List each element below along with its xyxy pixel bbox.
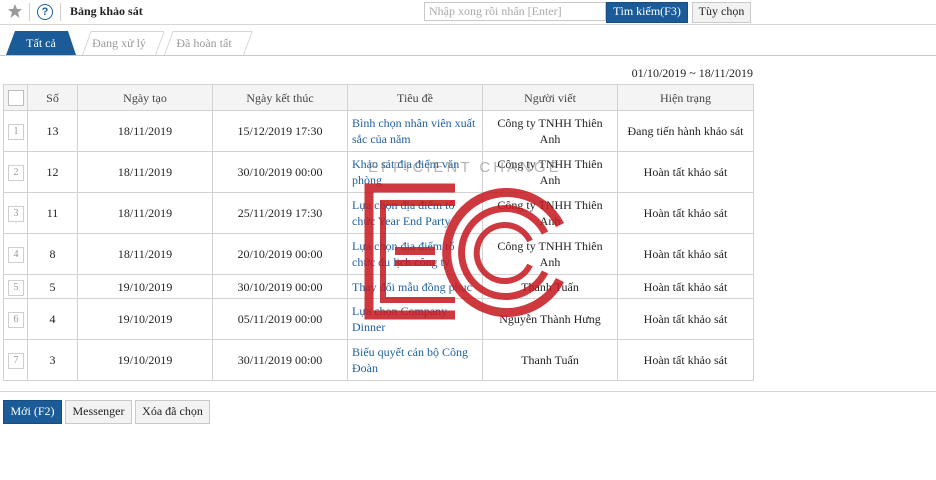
cell-created: 18/11/2019: [77, 151, 213, 193]
row-select[interactable]: 4: [3, 233, 28, 275]
date-range: 01/10/2019 ~ 18/11/2019: [631, 66, 753, 80]
tab-bar: Tất cả Đang xử lý Đã hoàn tất: [0, 31, 936, 56]
cell-status: Đang tiến hành khảo sát: [617, 110, 754, 152]
separator: [29, 3, 30, 21]
cell-author: Thanh Tuấn: [482, 274, 618, 299]
separator: [60, 3, 61, 21]
column-header[interactable]: Hiện trạng: [617, 84, 754, 111]
row-checkbox[interactable]: 6: [8, 312, 24, 328]
cell-number: 13: [27, 110, 78, 152]
cell-end: 15/12/2019 17:30: [212, 110, 348, 152]
table-row[interactable]: 7 3 19/10/2019 30/11/2019 00:00 Biểu quy…: [3, 339, 754, 381]
row-checkbox[interactable]: 7: [8, 353, 24, 369]
table-row[interactable]: 6 4 19/10/2019 05/11/2019 00:00 Lựa chọn…: [3, 298, 754, 340]
select-all-checkbox[interactable]: [8, 90, 24, 107]
cell-end: 30/10/2019 00:00: [212, 274, 348, 299]
survey-table: Số Ngày tạo Ngày kết thúc Tiêu đề Người …: [3, 84, 754, 381]
row-checkbox[interactable]: 4: [8, 247, 24, 263]
cell-created: 18/11/2019: [77, 110, 213, 152]
cell-end: 05/11/2019 00:00: [212, 298, 348, 340]
column-header[interactable]: Người viết: [482, 84, 618, 111]
cell-created: 19/10/2019: [77, 298, 213, 340]
cell-number: 11: [27, 192, 78, 234]
tab-all[interactable]: Tất cả: [6, 31, 76, 55]
table-row[interactable]: 1 13 18/11/2019 15/12/2019 17:30 Bình ch…: [3, 110, 754, 152]
column-header[interactable]: Số: [27, 84, 78, 111]
options-button[interactable]: Tùy chọn: [692, 2, 751, 23]
row-select[interactable]: 6: [3, 298, 28, 340]
cell-title-link[interactable]: Lựa chọn Company Dinner: [347, 298, 483, 340]
table-row[interactable]: 3 11 18/11/2019 25/11/2019 17:30 Lựa chọ…: [3, 192, 754, 234]
table-row[interactable]: 4 8 18/11/2019 20/10/2019 00:00 Lựa chọn…: [3, 233, 754, 275]
cell-title-link[interactable]: Lựa chọn địa điểm tổ chức du lịch công t…: [347, 233, 483, 275]
row-select[interactable]: 3: [3, 192, 28, 234]
column-header[interactable]: Ngày kết thúc: [212, 84, 348, 111]
table-header-row: Số Ngày tạo Ngày kết thúc Tiêu đề Người …: [3, 84, 754, 111]
row-select[interactable]: 2: [3, 151, 28, 193]
row-select[interactable]: 1: [3, 110, 28, 152]
cell-number: 3: [27, 339, 78, 381]
cell-number: 12: [27, 151, 78, 193]
cell-status: Hoàn tất khảo sát: [617, 151, 754, 193]
footer-divider: [0, 391, 936, 392]
cell-end: 25/11/2019 17:30: [212, 192, 348, 234]
cell-number: 4: [27, 298, 78, 340]
cell-created: 18/11/2019: [77, 233, 213, 275]
row-checkbox[interactable]: 3: [8, 206, 24, 222]
column-header[interactable]: Tiêu đề: [347, 84, 483, 111]
cell-end: 30/10/2019 00:00: [212, 151, 348, 193]
cell-author: Công ty TNHH Thiên Anh: [482, 233, 618, 275]
search-button[interactable]: Tìm kiếm(F3): [606, 2, 688, 23]
tab-label: Đã hoàn tất: [176, 36, 232, 50]
row-checkbox[interactable]: 5: [8, 279, 24, 296]
cell-status: Hoàn tất khảo sát: [617, 233, 754, 275]
new-button[interactable]: Mới (F2): [3, 400, 62, 424]
cell-status: Hoàn tất khảo sát: [617, 274, 754, 299]
cell-title-link[interactable]: Biểu quyết cán bộ Công Đoàn: [347, 339, 483, 381]
cell-title-link[interactable]: Thay đổi mẫu đồng phục: [347, 274, 483, 299]
cell-end: 30/11/2019 00:00: [212, 339, 348, 381]
cell-title-link[interactable]: Lựa chọn địa điểm tổ chức Year End Party: [347, 192, 483, 234]
cell-end: 20/10/2019 00:00: [212, 233, 348, 275]
select-all-cell[interactable]: [3, 84, 28, 111]
cell-created: 18/11/2019: [77, 192, 213, 234]
cell-author: Nguyễn Thành Hưng: [482, 298, 618, 340]
tab-label: Đang xử lý: [92, 36, 146, 50]
row-checkbox[interactable]: 1: [8, 124, 24, 140]
tab-processing[interactable]: Đang xử lý: [82, 31, 156, 55]
cell-status: Hoàn tất khảo sát: [617, 192, 754, 234]
row-select[interactable]: 5: [3, 274, 28, 299]
cell-created: 19/10/2019: [77, 339, 213, 381]
search-input[interactable]: Nhập xong rồi nhấn [Enter]: [424, 2, 606, 21]
page-title: Bảng khảo sát: [70, 4, 143, 18]
cell-number: 8: [27, 233, 78, 275]
help-icon[interactable]: ?: [37, 4, 53, 20]
row-select[interactable]: 7: [3, 339, 28, 381]
star-icon[interactable]: [7, 3, 23, 19]
cell-title-link[interactable]: Bình chọn nhân viên xuất sắc của năm: [347, 110, 483, 152]
cell-author: Thanh Tuấn: [482, 339, 618, 381]
cell-status: Hoàn tất khảo sát: [617, 339, 754, 381]
tab-completed[interactable]: Đã hoàn tất: [164, 31, 244, 55]
cell-created: 19/10/2019: [77, 274, 213, 299]
messenger-button[interactable]: Messenger: [65, 400, 132, 424]
top-bar: ? Bảng khảo sát Nhập xong rồi nhấn [Ente…: [0, 0, 936, 25]
cell-status: Hoàn tất khảo sát: [617, 298, 754, 340]
row-checkbox[interactable]: 2: [8, 165, 24, 181]
cell-author: Công ty TNHH Thiên Anh: [482, 192, 618, 234]
cell-author: Công ty TNHH Thiên Anh: [482, 110, 618, 152]
cell-number: 5: [27, 274, 78, 299]
delete-selected-button[interactable]: Xóa đã chọn: [135, 400, 210, 424]
column-header[interactable]: Ngày tạo: [77, 84, 213, 111]
watermark-text: EFFICIENT CHANGE: [368, 159, 562, 176]
table-row[interactable]: 5 5 19/10/2019 30/10/2019 00:00 Thay đổi…: [3, 274, 754, 299]
